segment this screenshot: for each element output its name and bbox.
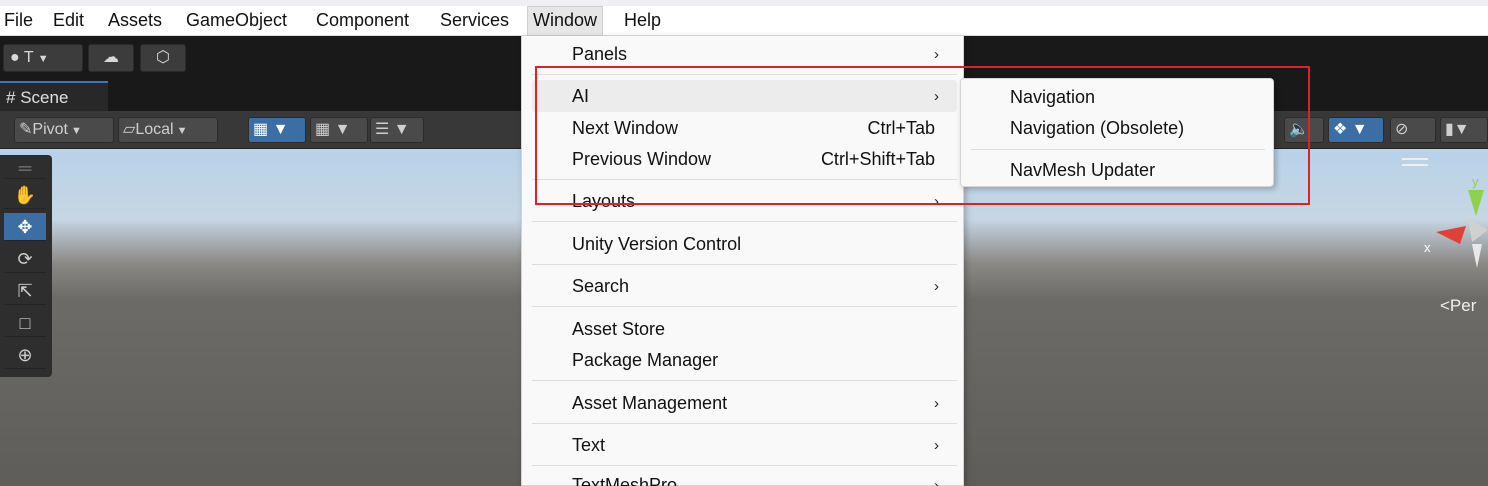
- scale-tool-icon[interactable]: ⇱: [4, 277, 46, 305]
- menu-item-textmeshpro[interactable]: TextMeshPro ›: [532, 469, 957, 486]
- menu-bar: File Edit Assets GameObject Component Se…: [0, 0, 1488, 36]
- perspective-label[interactable]: <Per: [1440, 296, 1476, 316]
- menu-item-label: Asset Store: [572, 319, 666, 339]
- grid-snap-button[interactable]: ▦ ▼: [248, 117, 306, 143]
- menu-item-search[interactable]: Search ›: [532, 270, 957, 302]
- cloud-icon: ☁: [103, 49, 119, 66]
- menu-file[interactable]: File: [2, 9, 35, 31]
- chevron-down-icon: ▼: [173, 125, 188, 137]
- rect-tool-icon[interactable]: □: [4, 309, 46, 337]
- menu-item-asset-management[interactable]: Asset Management ›: [532, 387, 957, 419]
- menu-separator: [532, 306, 957, 307]
- chevron-right-icon: ›: [934, 46, 939, 63]
- chevron-right-icon: ›: [934, 395, 939, 412]
- scene-tab-label: Scene: [20, 88, 69, 107]
- chevron-right-icon: ›: [934, 278, 939, 295]
- menu-separator: [532, 264, 957, 265]
- annotation-highlight-box: [535, 66, 1310, 205]
- collab-button[interactable]: ⬡: [140, 44, 186, 72]
- chevron-right-icon: ›: [934, 437, 939, 454]
- camera-button[interactable]: ▮▼: [1440, 117, 1488, 143]
- menu-item-label: Search: [572, 276, 630, 296]
- grid-snap-icon: ▦ ▼: [253, 121, 289, 138]
- menu-component[interactable]: Component: [314, 9, 411, 31]
- grid-icon: #: [6, 88, 16, 107]
- effects-button[interactable]: ❖ ▼: [1328, 117, 1384, 143]
- drag-handle-icon[interactable]: ═: [4, 157, 46, 179]
- ruler-button[interactable]: ☰ ▼: [370, 117, 424, 143]
- menu-item-text[interactable]: Text ›: [532, 429, 957, 461]
- menu-help[interactable]: Help: [622, 9, 663, 31]
- menu-item-label: Panels: [572, 44, 628, 64]
- menu-services[interactable]: Services: [438, 9, 511, 31]
- cloud-button[interactable]: ☁: [88, 44, 134, 72]
- menu-window[interactable]: Window: [527, 6, 604, 36]
- hidden-eye-icon: ⊘: [1395, 121, 1409, 138]
- pivot-dropdown[interactable]: ✎Pivot ▼: [14, 117, 114, 143]
- gizmo-down-cone[interactable]: [1472, 244, 1482, 268]
- hand-tool-icon[interactable]: ✋: [4, 181, 46, 209]
- increment-snap-icon: ▦ ▼: [315, 121, 351, 138]
- tools-overlay: ═ ✋ ✥ ⟳ ⇱ □ ⊕: [0, 155, 52, 377]
- menu-item-unity-version-control[interactable]: Unity Version Control: [532, 228, 957, 260]
- gizmo-x-label: x: [1424, 240, 1431, 255]
- account-label: T: [23, 49, 34, 66]
- menu-item-package-manager[interactable]: Package Manager: [532, 344, 957, 376]
- cube-icon: ▱: [123, 121, 136, 138]
- local-dropdown[interactable]: ▱Local ▼: [118, 117, 218, 143]
- move-tool-icon[interactable]: ✥: [4, 213, 46, 241]
- pivot-label: Pivot: [32, 121, 68, 138]
- rotate-tool-icon[interactable]: ⟳: [4, 245, 46, 273]
- account-icon: ●: [10, 49, 20, 66]
- hexagon-icon: ⬡: [156, 49, 170, 66]
- menu-separator: [532, 465, 957, 466]
- menu-item-label: TextMeshPro: [572, 475, 678, 486]
- menu-item-label: Unity Version Control: [572, 234, 742, 254]
- chevron-down-icon: ▼: [67, 125, 82, 137]
- menu-separator: [532, 380, 957, 381]
- menu-item-label: Package Manager: [572, 350, 719, 370]
- increment-snap-button[interactable]: ▦ ▼: [310, 117, 368, 143]
- ruler-icon: ☰ ▼: [375, 121, 410, 138]
- menu-separator: [532, 221, 957, 222]
- account-button[interactable]: ● T ▼: [3, 44, 83, 72]
- menu-item-label: Asset Management: [572, 393, 728, 413]
- chevron-right-icon: ›: [934, 477, 939, 486]
- scene-tab[interactable]: # Scene: [0, 81, 108, 111]
- gizmo-center[interactable]: [1468, 218, 1488, 242]
- visibility-button[interactable]: ⊘: [1390, 117, 1436, 143]
- chevron-down-icon: ▼: [37, 53, 49, 65]
- scene-options-handle[interactable]: [1402, 158, 1428, 166]
- layers-icon: ❖ ▼: [1333, 121, 1368, 138]
- menu-item-asset-store[interactable]: Asset Store: [532, 313, 957, 345]
- title-strip: [0, 0, 1488, 6]
- transform-tool-icon[interactable]: ⊕: [4, 341, 46, 369]
- gizmo-y-cone[interactable]: [1468, 190, 1484, 216]
- menu-item-label: Text: [572, 435, 606, 455]
- menu-edit[interactable]: Edit: [51, 9, 86, 31]
- camera-icon: ▮▼: [1445, 121, 1470, 138]
- menu-gameobject[interactable]: GameObject: [184, 9, 289, 31]
- local-label: Local: [135, 121, 174, 138]
- menu-assets[interactable]: Assets: [106, 9, 164, 31]
- gizmo-y-label: y: [1472, 174, 1479, 189]
- menu-separator: [532, 423, 957, 424]
- pivot-icon: ✎: [19, 121, 33, 138]
- gizmo-x-cone[interactable]: [1436, 226, 1466, 244]
- orientation-gizmo[interactable]: y x: [1420, 170, 1488, 280]
